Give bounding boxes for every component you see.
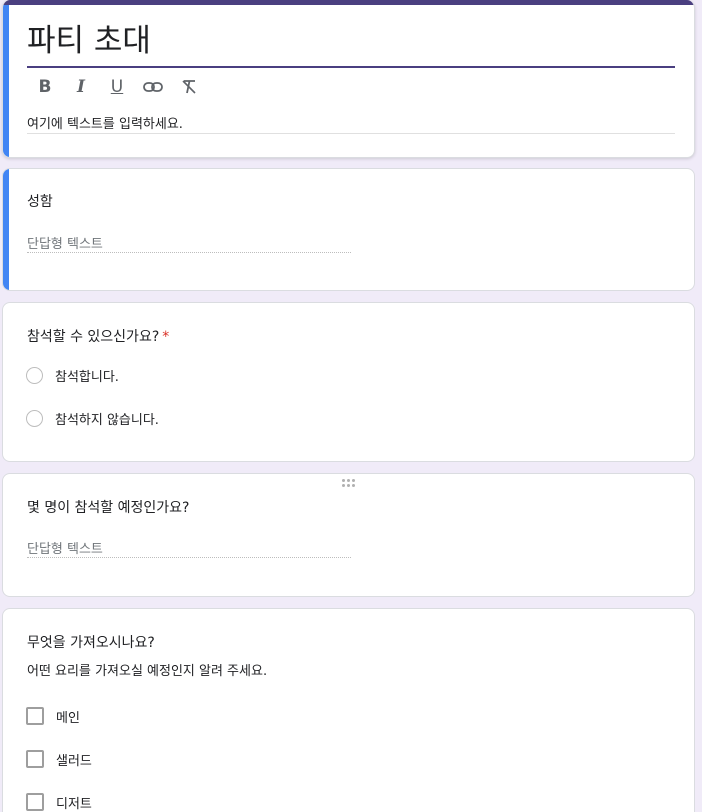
- form-description-input[interactable]: 여기에 텍스트를 입력하세요.: [27, 113, 675, 134]
- checkbox-option[interactable]: 샐러드: [26, 749, 92, 769]
- radio-option[interactable]: 참석합니다.: [26, 365, 119, 385]
- question-title-text: 참석할 수 있으신가요?: [27, 329, 160, 345]
- radio-option[interactable]: 참석하지 않습니다.: [26, 408, 159, 428]
- option-label: 디저트: [56, 796, 92, 812]
- clear-format-button[interactable]: [171, 74, 207, 100]
- checkbox[interactable]: [26, 750, 44, 768]
- option-label: 참석하지 않습니다.: [55, 412, 159, 428]
- checkbox-option[interactable]: 메인: [26, 706, 80, 726]
- active-indicator: [3, 5, 9, 157]
- underline-button[interactable]: U: [99, 74, 135, 100]
- option-label: 샐러드: [56, 753, 92, 769]
- drag-handle-icon[interactable]: [342, 479, 358, 489]
- format-toolbar: B I U: [27, 74, 207, 100]
- question-title: 성함: [27, 194, 53, 210]
- bold-button[interactable]: B: [27, 74, 63, 100]
- short-answer-field[interactable]: 단답형 텍스트: [27, 534, 351, 558]
- radio-button[interactable]: [26, 366, 43, 384]
- option-label: 참석합니다.: [55, 369, 119, 385]
- short-answer-field[interactable]: 단답형 텍스트: [27, 229, 351, 253]
- italic-button[interactable]: I: [63, 74, 99, 100]
- question-title: 몇 명이 참석할 예정인가요?: [27, 500, 190, 516]
- required-asterisk: *: [162, 329, 170, 345]
- question-card-name[interactable]: 성함 단답형 텍스트: [2, 168, 695, 291]
- checkbox[interactable]: [26, 793, 44, 811]
- checkbox[interactable]: [26, 707, 44, 725]
- link-button[interactable]: [135, 74, 171, 100]
- question-card-dish[interactable]: 무엇을 가져오시나요? 어떤 요리를 가져오실 예정인지 알려 주세요. 메인 …: [2, 608, 695, 812]
- question-card-headcount[interactable]: 몇 명이 참석할 예정인가요? 단답형 텍스트: [2, 473, 695, 597]
- form-header-card: 파티 초대 B I U 여기에 텍스트를 입력하세요.: [2, 0, 695, 158]
- question-title: 참석할 수 있으신가요? *: [27, 326, 169, 346]
- checkbox-option[interactable]: 디저트: [26, 792, 92, 812]
- link-icon: [143, 82, 163, 92]
- question-description: 어떤 요리를 가져오실 예정인지 알려 주세요.: [27, 664, 268, 679]
- radio-button[interactable]: [26, 409, 43, 427]
- question-card-attendance[interactable]: 참석할 수 있으신가요? * 참석합니다. 참석하지 않습니다.: [2, 302, 695, 462]
- question-title: 무엇을 가져오시나요?: [27, 635, 155, 651]
- clear-format-icon: [182, 80, 196, 94]
- option-label: 메인: [56, 710, 80, 726]
- header-accent-bar: [3, 0, 694, 5]
- form-title-input[interactable]: 파티 초대: [27, 22, 675, 68]
